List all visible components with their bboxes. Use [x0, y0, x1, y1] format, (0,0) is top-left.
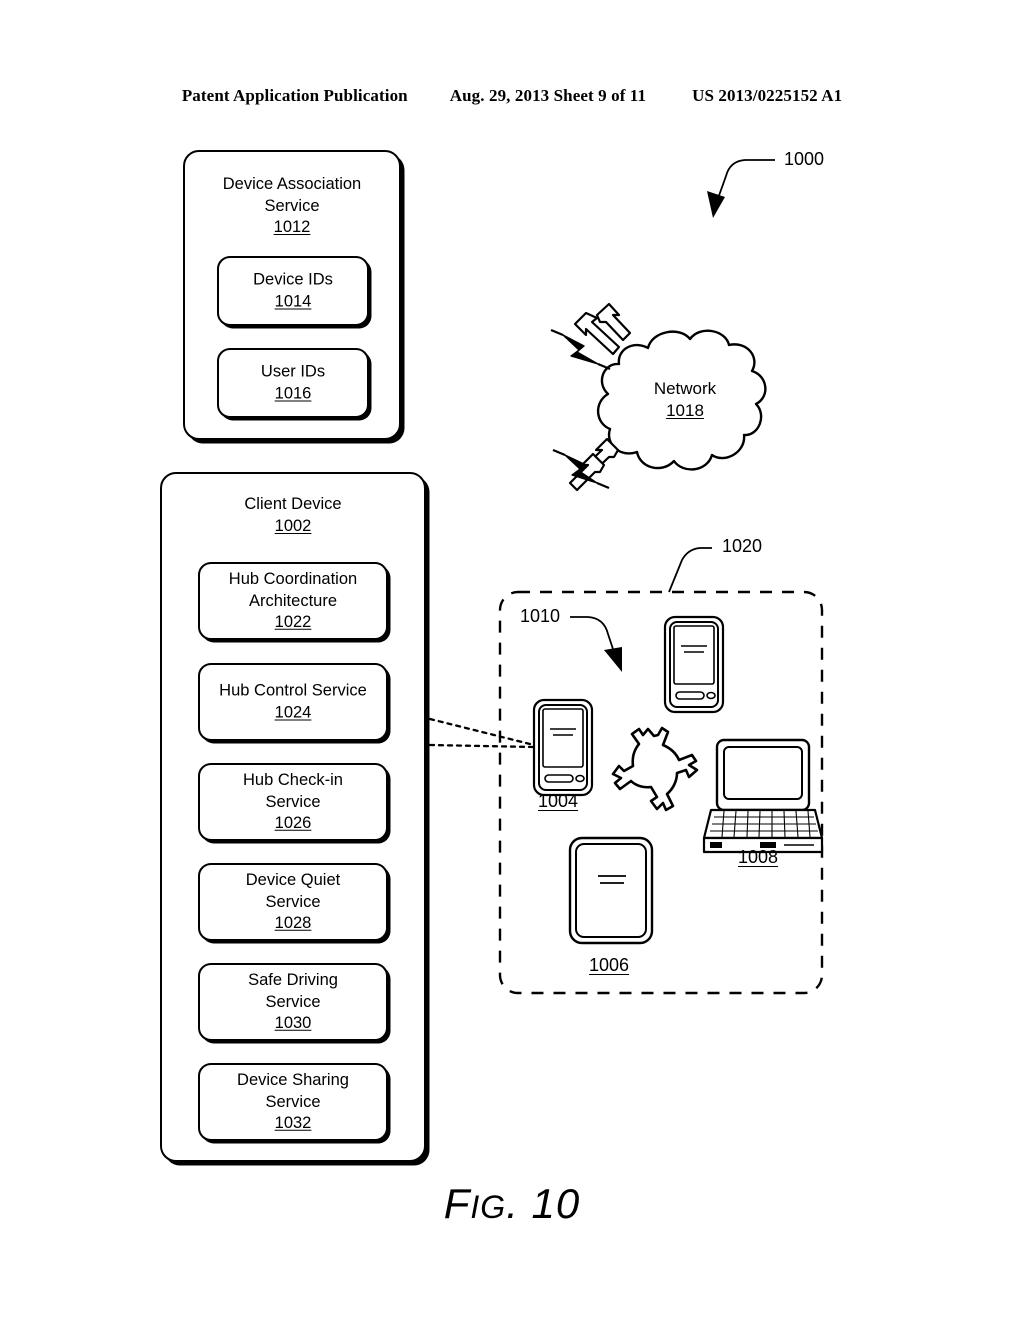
- device-pointer-ref-number: 1010: [520, 607, 560, 625]
- figcap-f: F: [443, 1180, 471, 1227]
- device-pointer-ref-text: 1010: [520, 606, 561, 626]
- client-device-to-phone-links: [428, 717, 536, 749]
- phone-1004-ref-text: 1004: [538, 791, 579, 811]
- tablet-1006-label: 1006: [589, 955, 629, 976]
- phone-1004-icon: [532, 698, 594, 797]
- device-pointer-leader: [570, 616, 622, 672]
- overall-ref-leader: [707, 159, 775, 218]
- laptop-1008-icon: [702, 738, 824, 854]
- laptop-1008-ref-text: 1008: [738, 847, 779, 867]
- laptop-1008-label: 1008: [738, 847, 778, 868]
- figure-artwork: [428, 159, 824, 995]
- network-cloud-label: Network 1018: [615, 378, 755, 422]
- phone-1004-label: 1004: [538, 791, 578, 812]
- phone-1010-icon: [663, 615, 725, 714]
- figcap-num: . 10: [506, 1180, 581, 1227]
- device-group-ref-number: 1020: [722, 537, 762, 555]
- connectivity-burst-icon: [611, 726, 699, 812]
- figcap-ig: IG: [470, 1189, 507, 1225]
- device-group-ref-text: 1020: [722, 536, 763, 556]
- overall-ref-text: 1000: [784, 149, 825, 169]
- device-group-ref-leader: [668, 547, 712, 593]
- figure-caption: FIG. 10: [0, 1180, 1024, 1228]
- network-label-text: Network: [653, 379, 717, 398]
- overall-ref-number: 1000: [784, 150, 824, 168]
- network-ref-text: 1018: [666, 401, 704, 420]
- network-downlink-arrow-icon: [552, 437, 620, 492]
- tablet-1006-ref-text: 1006: [589, 955, 630, 975]
- tablet-1006-icon: [568, 836, 654, 945]
